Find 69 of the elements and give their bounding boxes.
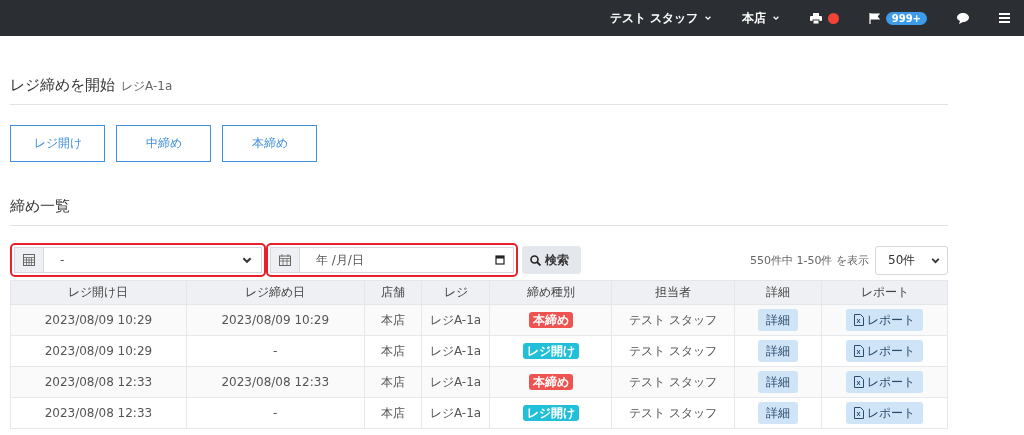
table-cell: レジA-1a	[421, 335, 490, 367]
table-cell: 本店	[364, 304, 422, 336]
excel-file-icon	[854, 314, 864, 326]
table-cell: 2023/08/08 12:33	[186, 366, 365, 398]
result-count: 550件中 1-50件 を表示	[750, 252, 869, 268]
table-cell: 本店	[364, 397, 422, 429]
type-badge: 本締め	[528, 373, 573, 390]
table-cell: レジA-1a	[421, 397, 490, 429]
report-button[interactable]: レポート	[846, 402, 923, 424]
flag-icon	[868, 12, 880, 24]
type-badge: 本締め	[528, 311, 573, 328]
calculator-icon	[23, 254, 35, 266]
store-menu[interactable]: 本店	[741, 9, 780, 27]
table-cell: -	[186, 397, 365, 429]
printer-button[interactable]	[809, 12, 839, 24]
column-header: 店舗	[364, 280, 422, 305]
column-header: 詳細	[734, 280, 822, 305]
excel-file-icon	[854, 407, 864, 419]
table-cell: テスト スタッフ	[611, 366, 735, 398]
table-cell: テスト スタッフ	[611, 335, 735, 367]
report-button[interactable]: レポート	[846, 371, 923, 393]
detail-button[interactable]: 詳細	[758, 309, 799, 331]
user-menu[interactable]: テスト スタッフ	[609, 9, 712, 27]
excel-file-icon	[854, 345, 864, 357]
column-header: レジ	[421, 280, 490, 305]
section-title: 締め一覧	[10, 197, 70, 215]
menu-icon[interactable]	[999, 13, 1010, 23]
table-cell: レジA-1a	[421, 304, 490, 336]
table-cell: 2023/08/08 12:33	[10, 397, 187, 429]
column-header: 締め種別	[490, 280, 612, 305]
calendar-icon	[495, 255, 505, 265]
register-select[interactable]: -	[44, 247, 262, 273]
excel-file-icon	[854, 376, 864, 388]
notification-count: 999+	[885, 11, 927, 25]
caret-icon	[703, 14, 712, 22]
table-cell: 本店	[364, 366, 422, 398]
page-title: レジ締めを開始	[10, 76, 115, 95]
search-button[interactable]: 検索	[522, 246, 581, 274]
detail-button[interactable]: 詳細	[758, 371, 799, 393]
calendar-icon	[279, 254, 291, 266]
action-button[interactable]: 本締め	[222, 125, 317, 162]
chat-icon[interactable]	[957, 12, 969, 24]
table-cell: レジA-1a	[421, 366, 490, 398]
date-field[interactable]: 年 /月/日	[300, 247, 514, 273]
table-cell: テスト スタッフ	[611, 304, 735, 336]
table-cell: テスト スタッフ	[611, 397, 735, 429]
table-cell: 2023/08/09 10:29	[186, 304, 365, 336]
per-page-select[interactable]: 50件	[875, 245, 948, 275]
action-button[interactable]: 中締め	[116, 125, 211, 162]
column-header: レジ締め日	[186, 280, 365, 305]
caret-icon	[771, 14, 780, 22]
table-cell: 2023/08/09 10:29	[10, 304, 187, 336]
type-badge: レジ開け	[522, 342, 579, 359]
table-cell: 本店	[364, 335, 422, 367]
column-header: レジ開け日	[10, 280, 187, 305]
column-header: 担当者	[611, 280, 735, 305]
column-header: レポート	[821, 280, 948, 305]
register-name: レジA-1a	[121, 78, 173, 95]
report-button[interactable]: レポート	[846, 309, 923, 331]
search-icon	[530, 254, 541, 266]
detail-button[interactable]: 詳細	[758, 340, 799, 362]
table-cell: 2023/08/08 12:33	[10, 366, 187, 398]
table-cell: 2023/08/09 10:29	[10, 335, 187, 367]
action-button[interactable]: レジ開け	[10, 125, 105, 162]
type-badge: レジ開け	[522, 404, 579, 421]
printer-icon	[809, 12, 822, 24]
detail-button[interactable]: 詳細	[758, 402, 799, 424]
table-cell: -	[186, 335, 365, 367]
report-button[interactable]: レポート	[846, 340, 923, 362]
